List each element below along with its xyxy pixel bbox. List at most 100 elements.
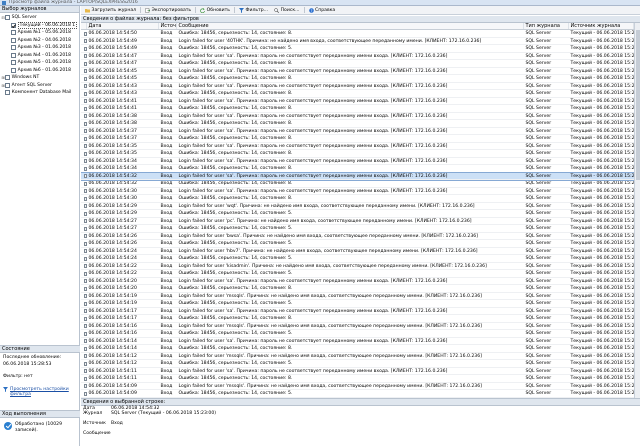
table-row[interactable]: 06.06.2018 14:54:09 Вход Login failed for … (81, 383, 634, 390)
tree-item[interactable]: Компонент Database Mail (0, 89, 80, 97)
table-row[interactable]: 06.06.2018 14:54:35 Вход Ошибка: 18456, се… (81, 150, 634, 158)
table-cell: Вход (160, 233, 173, 239)
table-row[interactable]: 06.06.2018 14:54:34 Вход Ошибка: 18456, се… (81, 165, 634, 173)
tree-item-checkbox[interactable] (5, 90, 10, 96)
tree-item-checkbox[interactable] (11, 60, 16, 66)
table-cell: Login failed for user 'sa'. Причина: пар… (178, 53, 448, 59)
table-cell: Ошибка: 18456, серьезность: 14, состояни… (178, 91, 293, 96)
table-row[interactable]: 06.06.2018 14:54:32 Вход Ошибка: 18456, се… (81, 180, 634, 188)
column-header[interactable]: Источник (159, 23, 177, 29)
table-row[interactable]: 06.06.2018 14:54:38 Вход Ошибка: 18456, се… (81, 120, 634, 128)
tree-item[interactable]: ⊞ Windows NT (0, 74, 80, 82)
table-row[interactable]: 06.06.2018 14:54:29 Вход Login failed for … (81, 203, 634, 210)
table-row[interactable]: 06.06.2018 14:54:43 Вход Ошибка: 18456, се… (81, 90, 634, 98)
table-row[interactable]: 06.06.2018 14:54:32 Вход Login failed for … (81, 171, 634, 181)
table-cell: Вход (160, 53, 173, 59)
tree-item[interactable]: Архив №3 - 01.06.2018 (0, 44, 80, 52)
table-row[interactable]: 06.06.2018 14:54:20 Вход Ошибка: 18456, се… (81, 285, 634, 293)
toolbar-button-filter[interactable]: Фильтр... (237, 6, 270, 14)
table-row[interactable]: 06.06.2018 14:54:47 Вход Ошибка: 18456, се… (81, 60, 634, 68)
table-row[interactable]: 06.06.2018 14:54:12 Вход Login failed for … (81, 353, 634, 360)
tree-item[interactable]: ⊞ Агент SQL Server (0, 82, 80, 90)
table-row[interactable]: 06.06.2018 14:54:49 Вход Ошибка: 18456, се… (81, 45, 634, 53)
table-row[interactable]: 06.06.2018 14:54:27 Вход Login failed for … (81, 218, 634, 225)
table-row[interactable]: 06.06.2018 14:54:26 Вход Ошибка: 18456, се… (81, 240, 634, 248)
table-row[interactable]: 06.06.2018 14:54:43 Вход Login failed for … (81, 83, 634, 90)
table-row[interactable]: 06.06.2018 14:54:41 Вход Login failed for … (81, 98, 634, 105)
table-row[interactable]: 06.06.2018 14:54:19 Вход Ошибка: 18456, се… (81, 300, 634, 308)
table-row[interactable]: 06.06.2018 14:54:09 Вход Ошибка: 18456, се… (81, 390, 634, 398)
table-cell: 06.06.2018 14:54:38 (88, 121, 137, 126)
table-row[interactable]: 06.06.2018 14:54:30 Вход Ошибка: 18456, се… (81, 195, 634, 203)
tree-item[interactable]: Архив №1 - 05.06.2018 (0, 29, 80, 37)
tree-item-checkbox[interactable] (11, 22, 16, 28)
tree-item[interactable]: Архив №5 - 01.06.2018 (0, 59, 80, 67)
toolbar-button-refresh[interactable]: Обновить (198, 6, 232, 14)
table-row[interactable]: 06.06.2018 14:54:14 Вход Ошибка: 18456, се… (81, 345, 634, 353)
tree-item[interactable]: ⊟ SQL Server (0, 14, 80, 22)
tree-item-checkbox[interactable] (5, 82, 10, 88)
tree-item-checkbox[interactable] (11, 30, 16, 36)
table-row[interactable]: 06.06.2018 14:54:47 Вход Login failed for … (81, 53, 634, 60)
table-cell: Текущий - 06.06.2018 15:23 (570, 263, 635, 269)
tree-item-checkbox[interactable] (11, 67, 16, 73)
table-row[interactable]: 06.06.2018 14:54:45 Вход Ошибка: 18456, се… (81, 75, 634, 83)
table-cell: Ошибка: 18456, серьезность: 14, состояни… (178, 106, 293, 111)
tree-item[interactable]: Архив №2 - 04.06.2018 (0, 37, 80, 45)
table-cell: Ошибка: 18456, серьезность: 14, состояни… (178, 361, 293, 366)
toolbar-button-export[interactable]: Экспортировать (143, 6, 193, 14)
table-row[interactable]: 06.06.2018 14:54:16 Вход Ошибка: 18456, се… (81, 330, 634, 338)
table-row[interactable]: 06.06.2018 14:54:11 Вход Login failed for … (81, 368, 634, 375)
scrollbar-thumb[interactable] (636, 30, 640, 180)
column-header[interactable]: Тип журнала (524, 23, 569, 29)
table-cell: Login failed for user 'sa'. Причина: пар… (178, 143, 448, 149)
tree-item-checkbox[interactable] (5, 15, 10, 21)
table-cell: SQL Server (525, 151, 552, 156)
tree-item-checkbox[interactable] (5, 75, 10, 81)
table-row[interactable]: 06.06.2018 14:54:30 Вход Login failed for … (81, 188, 634, 195)
vertical-scrollbar[interactable] (634, 23, 640, 398)
column-header[interactable]: Источник журнала (569, 23, 634, 29)
view-filter-settings-link[interactable]: Просмотреть настройки фильтра (10, 387, 77, 398)
table-cell: SQL Server (525, 113, 552, 119)
table-row[interactable]: 06.06.2018 14:54:49 Вход Login failed for … (81, 38, 634, 45)
table-row[interactable]: 06.06.2018 14:54:27 Вход Ошибка: 18456, се… (81, 225, 634, 233)
column-header[interactable]: Дата (87, 23, 159, 29)
table-row[interactable]: 06.06.2018 14:54:14 Вход Login failed for … (81, 338, 634, 345)
tree-item-checkbox[interactable] (11, 37, 16, 43)
table-cell: SQL Server (525, 136, 552, 141)
table-row[interactable]: 06.06.2018 14:54:29 Вход Ошибка: 18456, се… (81, 210, 634, 218)
toolbar-button-help[interactable]: ? Справка (307, 6, 338, 14)
toolbar-button-open-folder[interactable]: Загрузить журнал (83, 6, 138, 14)
table-row[interactable]: 06.06.2018 14:54:38 Вход Login failed for … (81, 113, 634, 120)
table-row[interactable]: 06.06.2018 14:54:20 Вход Login failed for … (81, 278, 634, 285)
column-header[interactable]: Сообщение (177, 23, 524, 29)
table-row[interactable]: 06.06.2018 14:54:22 Вход Login failed for … (81, 263, 635, 270)
tree-item[interactable]: Архив №6 - 01.06.2018 (0, 67, 80, 75)
tree-item[interactable]: Текущий - 06.06.2018 1 (0, 21, 80, 30)
table-row[interactable]: 06.06.2018 14:54:17 Вход Ошибка: 18456, се… (81, 315, 634, 323)
table-row[interactable]: 06.06.2018 14:54:35 Вход Login failed for … (81, 143, 634, 150)
tree-item-checkbox[interactable] (11, 52, 16, 58)
table-row[interactable]: 06.06.2018 14:54:37 Вход Ошибка: 18456, се… (81, 135, 634, 143)
table-row[interactable]: 06.06.2018 14:54:16 Вход Login failed for … (81, 323, 634, 330)
table-row[interactable]: 06.06.2018 14:54:17 Вход Login failed for … (81, 308, 634, 315)
table-cell: SQL Server (525, 233, 552, 239)
table-row[interactable]: 06.06.2018 14:54:11 Вход Ошибка: 18456, се… (81, 375, 634, 383)
tree-item[interactable]: Архив №4 - 01.06.2018 (0, 52, 80, 60)
table-row[interactable]: 06.06.2018 14:54:37 Вход Login failed for … (81, 128, 634, 135)
table-row[interactable]: 06.06.2018 14:54:34 Вход Login failed for … (81, 158, 634, 165)
table-row[interactable]: 06.06.2018 14:54:41 Вход Ошибка: 18456, се… (81, 105, 634, 113)
table-row[interactable]: 06.06.2018 14:54:24 Вход Ошибка: 18456, се… (81, 255, 634, 263)
toolbar-button-search[interactable]: Поиск... (272, 6, 301, 14)
table-row[interactable]: 06.06.2018 14:54:26 Вход Login failed for … (81, 233, 634, 240)
table-row[interactable]: 06.06.2018 14:54:12 Вход Ошибка: 18456, се… (81, 360, 634, 368)
table-row[interactable]: 06.06.2018 14:54:45 Вход Login failed for … (81, 68, 634, 75)
table-row[interactable]: 06.06.2018 14:54:19 Вход Login failed for … (81, 293, 634, 300)
table-row[interactable]: 06.06.2018 14:54:24 Вход Login failed for … (81, 248, 634, 255)
table-cell: Текущий - 06.06.2018 15:23 (570, 181, 635, 186)
tree-item-checkbox[interactable] (11, 45, 16, 51)
table-row[interactable]: 06.06.2018 14:54:50 Вход Ошибка: 18456, се… (81, 30, 634, 38)
table-cell: SQL Server (525, 338, 552, 344)
table-row[interactable]: 06.06.2018 14:54:22 Вход Ошибка: 18456, се… (81, 270, 634, 278)
